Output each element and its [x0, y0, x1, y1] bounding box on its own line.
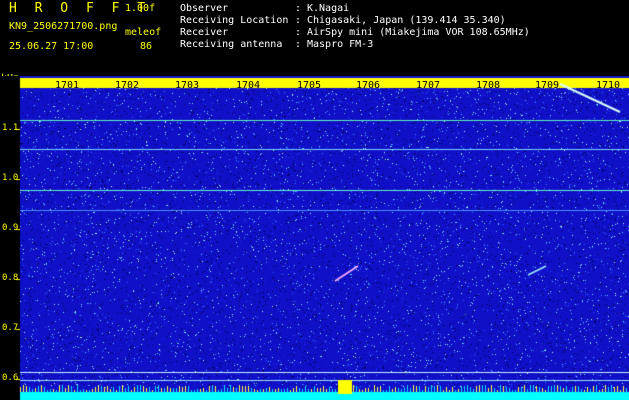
frequency-tick-label: 0.6	[2, 373, 19, 383]
time-tick-label: 1707	[416, 80, 441, 91]
time-tick-label: 1705	[297, 80, 322, 91]
count-value: 86	[140, 41, 153, 52]
observer-value: K.Nagai	[307, 3, 350, 14]
time-tick-label: 1701	[55, 80, 80, 91]
colon: :	[295, 15, 302, 26]
waterfall-spectrogram	[0, 76, 629, 400]
header-panel: H R O F F T 1.00f KN9_2506271700.png mel…	[0, 0, 629, 76]
colon: :	[295, 3, 302, 14]
time-tick-label: 1703	[175, 80, 200, 91]
observer-key: Observer	[180, 3, 229, 14]
frequency-tick-label: 0.9	[2, 223, 19, 233]
frequency-tick-label: 1.1	[2, 123, 19, 133]
antenna-value: Maspro FM-3	[307, 39, 374, 50]
receiver-value: AirSpy mini (Miakejima VOR 108.65MHz)	[307, 27, 530, 38]
datetime-label: 25.06.27 17:00	[9, 41, 94, 52]
frequency-tick-label: 0.7	[2, 323, 19, 333]
time-tick-label: 1706	[356, 80, 381, 91]
location-value: Chigasaki, Japan (139.414 35.340)	[307, 15, 506, 26]
frequency-tick-label: 1.0	[2, 173, 19, 183]
time-tick-label: 1704	[236, 80, 261, 91]
time-tick-label: 1702	[115, 80, 140, 91]
location-key: Receiving Location	[180, 15, 289, 26]
colon: :	[295, 27, 302, 38]
colon: :	[295, 39, 302, 50]
frequency-tick-label: 0.8	[2, 273, 19, 283]
time-tick-label: 1710	[596, 80, 621, 91]
time-tick-label: 1708	[476, 80, 501, 91]
version-label: 1.00f	[125, 3, 156, 14]
time-tick-label: 1709	[535, 80, 560, 91]
meleo-label: meleof	[125, 27, 162, 38]
receiver-key: Receiver	[180, 27, 229, 38]
antenna-key: Receiving antenna	[180, 39, 283, 50]
file-name: KN9_2506271700.png	[9, 21, 118, 32]
